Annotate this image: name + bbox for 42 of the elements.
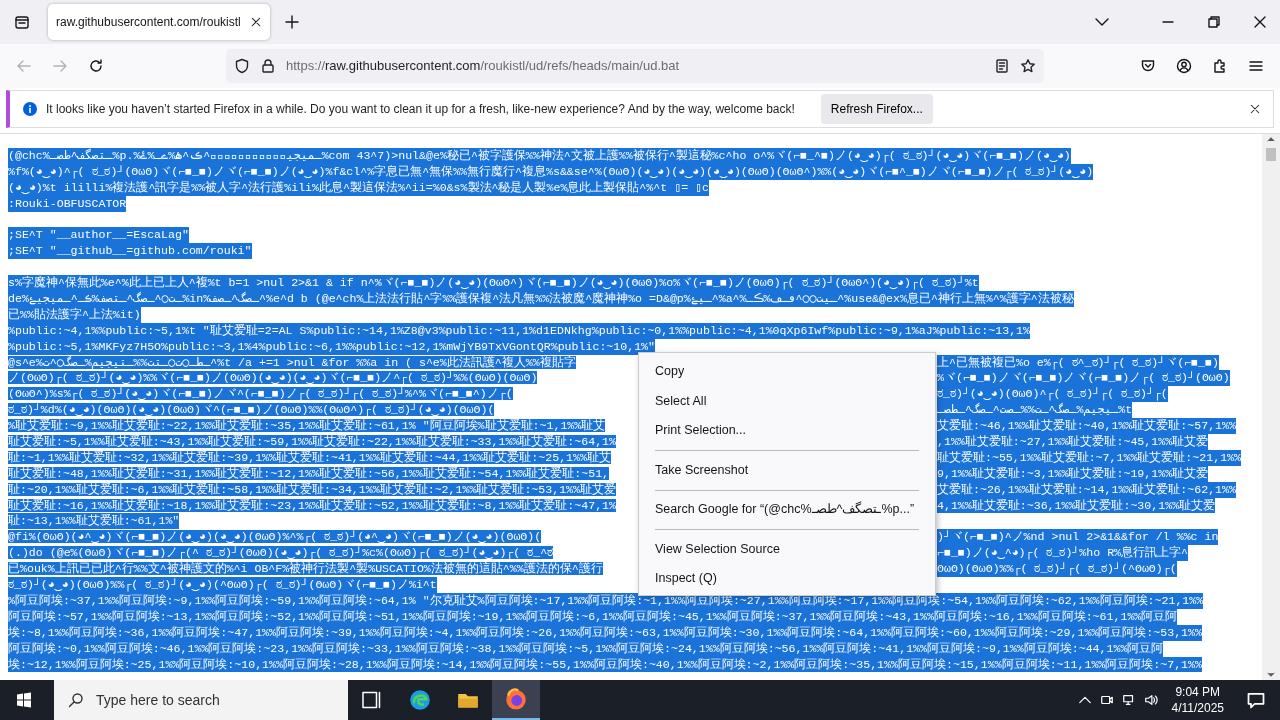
- menu-icon[interactable]: [1248, 58, 1264, 74]
- taskbar-search-field[interactable]: Type here to search: [54, 680, 348, 720]
- menu-item[interactable]: Print Selection...: [639, 416, 935, 446]
- url-text: https://raw.githubusercontent.com/roukistl/ud/refs/heads/main/ud.bat: [286, 57, 681, 76]
- windows-logo-icon[interactable]: [16, 692, 32, 708]
- notification-message: It looks like you haven’t started Firefox in a while. Do you want to clean it up for a fresh, like-new experience? And by the way, welcome back!: [46, 101, 795, 118]
- camera-icon[interactable]: [1099, 693, 1114, 707]
- refresh-firefox-button[interactable]: Refresh Firefox...: [820, 94, 933, 124]
- info-icon: [22, 101, 38, 117]
- network-icon[interactable]: [1121, 693, 1136, 707]
- speaker-icon[interactable]: [1143, 693, 1158, 707]
- star-icon[interactable]: [1020, 58, 1036, 74]
- clock-date[interactable]: 4/11/2025: [1171, 700, 1224, 716]
- clock-time[interactable]: 9:04 PM: [1171, 684, 1224, 700]
- scrollbar-thumb[interactable]: [1266, 148, 1276, 161]
- search-icon: [68, 692, 84, 708]
- browser-tab[interactable]: raw.githubusercontent.com/roukistl: [48, 4, 270, 40]
- pocket-icon[interactable]: [1140, 58, 1156, 74]
- new-tab-icon[interactable]: [284, 14, 300, 30]
- address-bar[interactable]: https://raw.githubusercontent.com/roukistl/ud/refs/heads/main/ud.bat: [226, 49, 1044, 83]
- reload-icon[interactable]: [88, 58, 104, 74]
- restore-icon[interactable]: [1206, 14, 1222, 30]
- notification-icon[interactable]: [1246, 690, 1266, 710]
- menu-item[interactable]: View Selection Source: [639, 534, 935, 564]
- close-icon[interactable]: [1249, 103, 1261, 115]
- lock-icon: [260, 58, 276, 74]
- close-icon[interactable]: [1252, 14, 1268, 30]
- menu-item[interactable]: Inspect (Q): [639, 564, 935, 594]
- firefox-icon[interactable]: [504, 687, 528, 711]
- edge-browser-icon[interactable]: [408, 688, 432, 712]
- shield-icon: [234, 58, 250, 74]
- menu-item[interactable]: Search Google for “(@chc%ـتصگف^طصـ%p...”: [639, 495, 935, 525]
- menu-item[interactable]: Copy: [639, 357, 935, 387]
- menu-item[interactable]: Select All: [639, 386, 935, 416]
- reader-view-icon[interactable]: [994, 58, 1010, 74]
- close-icon[interactable]: [250, 16, 262, 28]
- scroll-down-icon[interactable]: [1266, 670, 1276, 680]
- extensions-icon[interactable]: [1212, 58, 1228, 74]
- menu-item[interactable]: Take Screenshot: [639, 455, 935, 485]
- account-icon[interactable]: [1176, 58, 1192, 74]
- scroll-up-icon[interactable]: [1266, 134, 1276, 144]
- tab-list-icon[interactable]: [14, 14, 30, 30]
